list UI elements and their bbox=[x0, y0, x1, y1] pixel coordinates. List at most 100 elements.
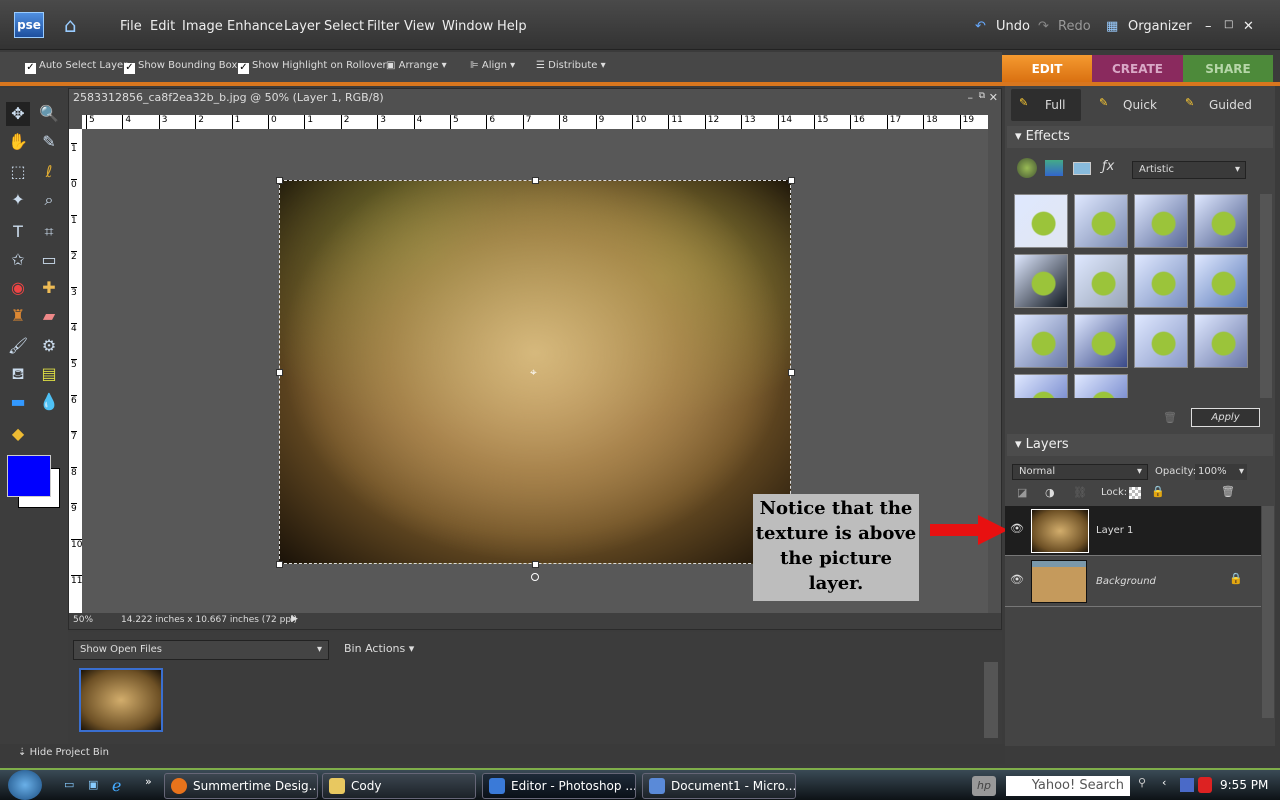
layer-row-background[interactable]: 👁 Background 🔒 bbox=[1005, 557, 1261, 607]
menu-enhance[interactable]: Enhance bbox=[227, 19, 283, 34]
magic-wand-icon[interactable]: ✦ bbox=[6, 188, 30, 212]
brush-icon[interactable]: 🖌 bbox=[6, 334, 30, 358]
status-menu-arrow[interactable]: ▶ bbox=[291, 614, 298, 624]
hide-project-bin-button[interactable]: ⇣ Hide Project Bin bbox=[18, 747, 109, 758]
layer-row-layer-1[interactable]: 👁 Layer 1 bbox=[1005, 506, 1261, 556]
menu-image[interactable]: Image bbox=[182, 19, 223, 34]
quick-selection-icon[interactable]: ⌕ bbox=[37, 188, 61, 212]
bin-scrollbar[interactable] bbox=[984, 662, 998, 738]
transform-handle[interactable] bbox=[276, 369, 283, 376]
healing-brush-icon[interactable]: ✚ bbox=[37, 276, 61, 300]
visibility-eye-icon[interactable]: 👁 bbox=[1010, 522, 1024, 535]
gradient-icon[interactable]: ▤ bbox=[37, 362, 61, 386]
effect-thumbnail[interactable] bbox=[1074, 314, 1128, 368]
search-icon[interactable]: ⚲ bbox=[1138, 776, 1146, 789]
effect-thumbnail[interactable] bbox=[1134, 314, 1188, 368]
visibility-eye-icon[interactable]: 👁 bbox=[1010, 573, 1024, 586]
organizer-icon[interactable]: ▦ bbox=[1106, 19, 1118, 34]
delete-layer-icon[interactable]: 🗑 bbox=[1221, 485, 1235, 498]
full-edit-button[interactable]: ✎ Full bbox=[1011, 89, 1081, 121]
antivirus-icon[interactable] bbox=[1198, 777, 1212, 793]
taskbar-item-word[interactable]: Document1 - Micro... bbox=[642, 773, 796, 799]
effects-scrollbar[interactable] bbox=[1260, 194, 1272, 398]
doc-restore-button[interactable]: ⧉ bbox=[979, 91, 985, 101]
taskbar-item-folder[interactable]: Cody bbox=[322, 773, 476, 799]
redo-icon[interactable]: ↷ bbox=[1038, 19, 1049, 34]
link-icon[interactable]: ⛓ bbox=[1073, 486, 1087, 499]
layers-panel-header[interactable]: ▾ Layers bbox=[1007, 434, 1273, 456]
lasso-icon[interactable]: ℓ bbox=[37, 160, 61, 184]
blend-mode-dropdown[interactable]: Normal ▾ bbox=[1012, 464, 1148, 480]
effect-thumbnail[interactable] bbox=[1194, 194, 1248, 248]
foreground-color-swatch[interactable] bbox=[7, 455, 51, 497]
effect-thumbnail[interactable] bbox=[1014, 374, 1068, 398]
network-icon[interactable] bbox=[1180, 778, 1194, 792]
organizer-button[interactable]: Organizer bbox=[1128, 19, 1192, 34]
doc-minimize-button[interactable]: – bbox=[968, 91, 974, 104]
effect-thumbnail[interactable] bbox=[1014, 254, 1068, 308]
effect-thumbnail[interactable] bbox=[1194, 314, 1248, 368]
arrange-dropdown[interactable]: ▣ Arrange ▾ bbox=[386, 60, 447, 71]
show-highlight-checkbox[interactable]: ✓ Show Highlight on Rollover bbox=[238, 60, 387, 74]
layers-scrollbar[interactable] bbox=[1262, 506, 1274, 718]
new-layer-icon[interactable]: ◪ bbox=[1017, 486, 1027, 499]
tab-create[interactable]: CREATE bbox=[1092, 55, 1183, 83]
apply-button[interactable]: Apply bbox=[1191, 408, 1260, 427]
sponge-icon[interactable]: ◆ bbox=[6, 422, 30, 446]
tab-share[interactable]: SHARE bbox=[1183, 55, 1273, 83]
effects-trash-icon[interactable]: 🗑 bbox=[1163, 411, 1177, 424]
minimize-button[interactable]: – bbox=[1205, 19, 1212, 34]
effect-thumbnail[interactable] bbox=[1074, 194, 1128, 248]
effect-thumbnail[interactable] bbox=[1014, 194, 1068, 248]
guided-edit-button[interactable]: ✎ Guided bbox=[1181, 89, 1271, 121]
close-button[interactable]: ✕ bbox=[1243, 19, 1254, 34]
internet-explorer-icon[interactable]: ℯ bbox=[112, 776, 121, 795]
eyedropper-icon[interactable]: ✎ bbox=[37, 130, 61, 154]
eraser-icon[interactable]: ▰ bbox=[37, 304, 61, 328]
menu-edit[interactable]: Edit bbox=[150, 19, 175, 34]
cookie-cutter-icon[interactable]: ✩ bbox=[6, 248, 30, 272]
move-tool-icon[interactable]: ✥ bbox=[6, 102, 30, 126]
clone-stamp-icon[interactable]: ♜ bbox=[6, 304, 30, 328]
menu-layer[interactable]: Layer bbox=[284, 19, 320, 34]
effect-thumbnail[interactable] bbox=[1074, 254, 1128, 308]
redo-button[interactable]: Redo bbox=[1058, 19, 1091, 34]
photo-effects-icon[interactable] bbox=[1073, 162, 1091, 175]
rotate-handle[interactable] bbox=[531, 573, 539, 581]
undo-icon[interactable]: ↶ bbox=[975, 19, 986, 34]
home-icon[interactable]: ⌂ bbox=[64, 14, 88, 36]
taskbar-item-photoshop[interactable]: Editor - Photoshop ... bbox=[482, 773, 636, 799]
fx-icon[interactable]: ƒx bbox=[1102, 159, 1114, 174]
menu-help[interactable]: Help bbox=[497, 19, 527, 34]
taskbar-item-firefox[interactable]: Summertime Desig... bbox=[164, 773, 318, 799]
paint-bucket-icon[interactable]: ⛾ bbox=[6, 362, 30, 386]
effect-thumbnail[interactable] bbox=[1194, 254, 1248, 308]
show-open-files-dropdown[interactable]: Show Open Files ▾ bbox=[73, 640, 329, 660]
smart-brush-icon[interactable]: ⚙ bbox=[37, 334, 61, 358]
lock-transparency-icon[interactable] bbox=[1129, 487, 1141, 499]
opacity-field[interactable]: 100% ▾ bbox=[1195, 464, 1247, 480]
transform-handle[interactable] bbox=[276, 177, 283, 184]
start-button[interactable] bbox=[8, 770, 42, 800]
yahoo-search-field[interactable]: Yahoo! Search bbox=[1006, 776, 1130, 796]
transform-handle[interactable] bbox=[276, 561, 283, 568]
straighten-icon[interactable]: ▭ bbox=[37, 248, 61, 272]
marquee-icon[interactable]: ⬚ bbox=[6, 160, 30, 184]
hp-icon[interactable]: hp bbox=[972, 776, 996, 796]
bin-actions-menu[interactable]: Bin Actions ▾ bbox=[344, 642, 414, 655]
maximize-button[interactable]: □ bbox=[1224, 19, 1233, 30]
doc-close-button[interactable]: ✕ bbox=[989, 91, 998, 104]
menu-view[interactable]: View bbox=[404, 19, 435, 34]
auto-select-layer-checkbox[interactable]: ✓ Auto Select Layer bbox=[25, 60, 127, 74]
effects-category-dropdown[interactable]: Artistic ▾ bbox=[1132, 161, 1246, 179]
adjustment-layer-icon[interactable]: ◑ bbox=[1045, 486, 1055, 499]
overflow-chevron-icon[interactable]: » bbox=[145, 775, 152, 788]
menu-select[interactable]: Select bbox=[324, 19, 364, 34]
open-file-thumbnail[interactable] bbox=[79, 668, 163, 732]
shape-icon[interactable]: ▬ bbox=[6, 390, 30, 414]
effect-thumbnail[interactable] bbox=[1014, 314, 1068, 368]
distribute-dropdown[interactable]: ☰ Distribute ▾ bbox=[536, 60, 606, 71]
blur-icon[interactable]: 💧 bbox=[37, 390, 61, 414]
lock-all-icon[interactable]: 🔒 bbox=[1151, 485, 1165, 498]
filters-icon[interactable] bbox=[1017, 158, 1037, 178]
